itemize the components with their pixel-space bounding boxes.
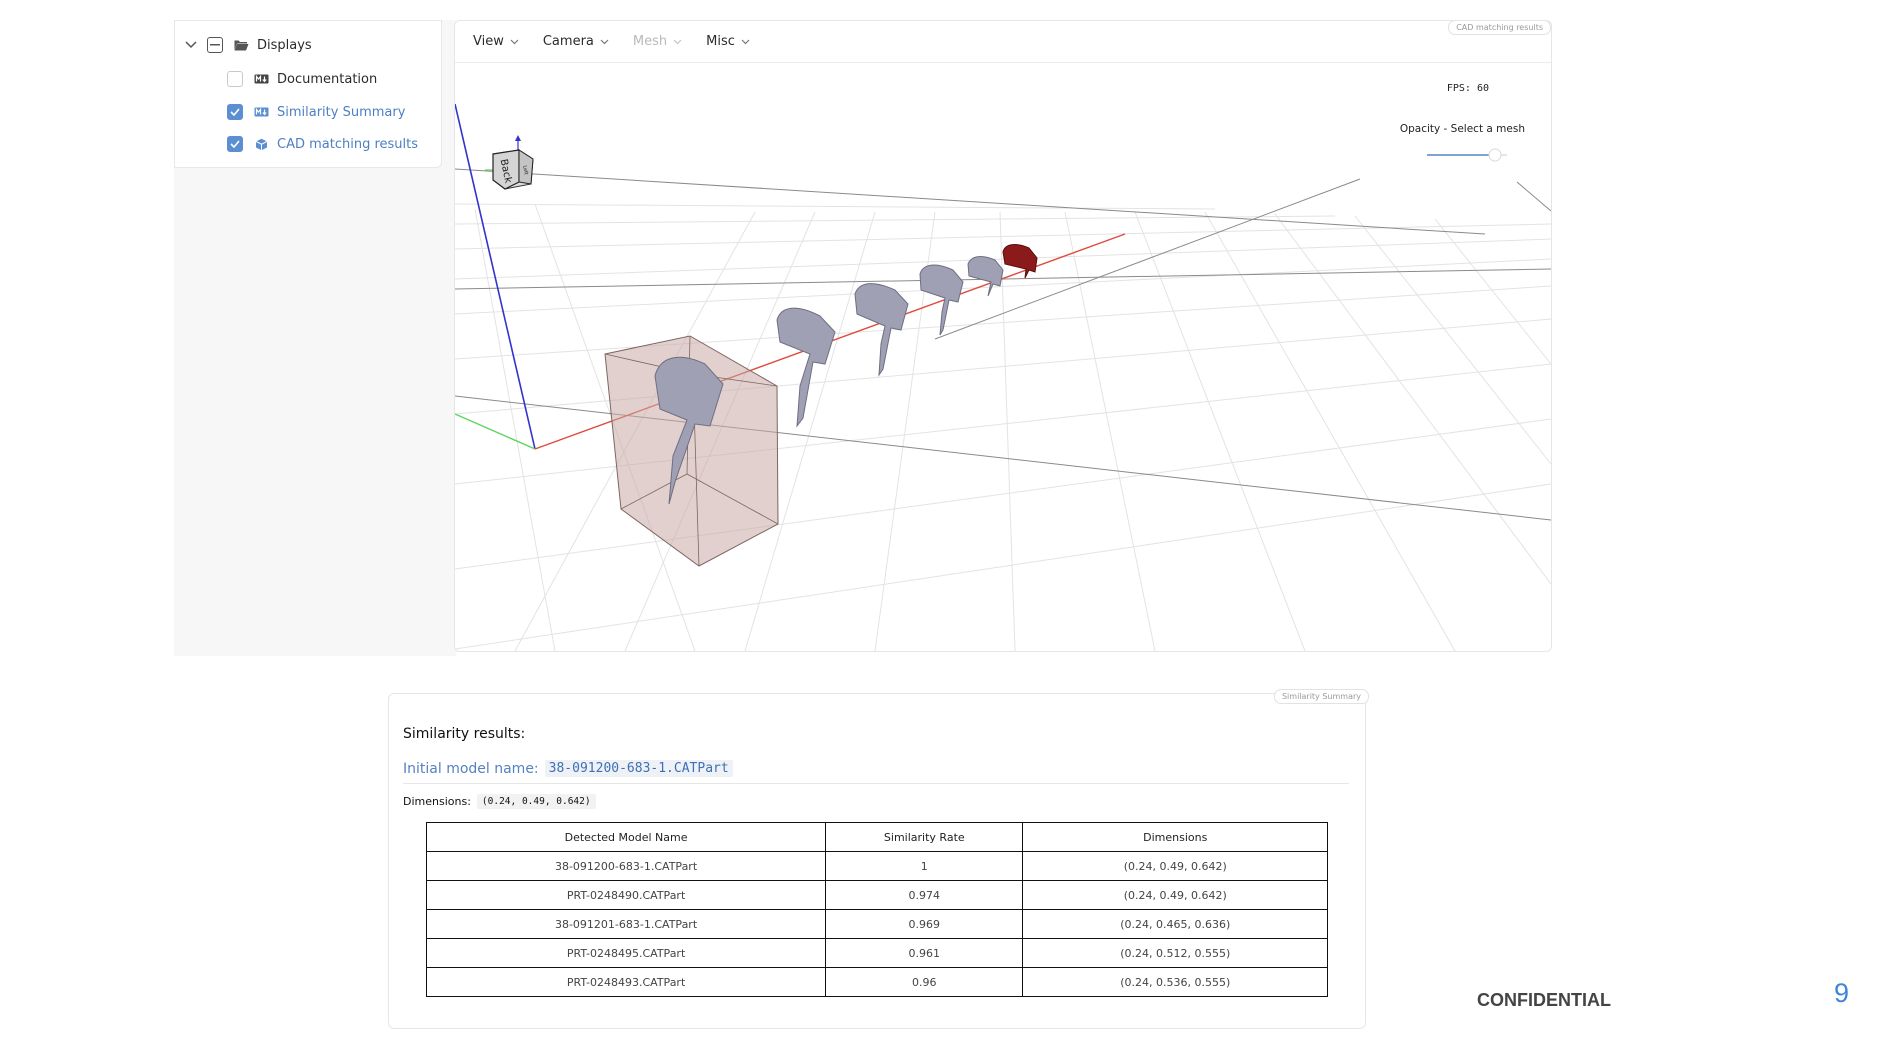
dimensions-cell: (0.24, 0.512, 0.555) [1022,938,1328,968]
header-similarity-rate: Similarity Rate [825,822,1024,852]
misc-menu[interactable]: Misc [706,34,750,49]
chevron-down-icon [673,39,682,44]
similarity-rate-cell: 0.974 [825,880,1024,910]
folder-open-icon [233,38,249,52]
header-detected-model-name: Detected Model Name [425,822,827,852]
dimensions-cell: (0.24, 0.49, 0.642) [1022,851,1328,881]
viewer-toolbar: View Camera Mesh Misc [455,21,1551,63]
panel-tag: CAD matching results [1448,21,1551,35]
chevron-down-icon[interactable] [183,37,199,53]
y-axis-line [455,413,536,450]
table-row: 38-091201-683-1.CATPart 0.969 (0.24, 0.4… [425,909,1328,939]
tree-item-similarity-summary[interactable]: Similarity Summary [227,104,405,120]
tree-root-label: Displays [257,37,312,53]
documentation-checkbox[interactable] [227,71,243,87]
dimensions-label: Dimensions: [403,795,471,808]
opacity-label: Opacity - Select a mesh [1399,123,1525,135]
3d-scene-canvas[interactable]: Back Left [455,64,1551,651]
chevron-down-icon [600,39,609,44]
similarity-rate-cell: 0.969 [825,909,1024,939]
panel-tag: Similarity Summary [1273,689,1369,704]
tree-item-label: Similarity Summary [277,104,406,120]
similarity-summary-card: Similarity Summary Similarity results: I… [388,689,1369,1029]
header-dimensions: Dimensions [1022,822,1328,852]
divider [403,783,1349,784]
fps-counter: FPS: 60 [1446,83,1489,94]
dimensions-cell: (0.24, 0.465, 0.636) [1022,909,1328,939]
initial-model-name: 38-091200-683-1.CATPart [544,760,733,777]
model-name-cell: 38-091201-683-1.CATPart [425,909,827,939]
similarity-title: Similarity results: [403,726,526,742]
mesh-menu[interactable]: Mesh [633,34,682,49]
menu-label: Camera [542,34,594,49]
slider-thumb[interactable] [1488,148,1502,162]
initial-model-line: Initial model name: 38-091200-683-1.CATP… [403,760,733,777]
cad-viewer-panel[interactable]: View Camera Mesh Misc CAD matching resul… [454,20,1552,652]
model-name-cell: PRT-0248495.CATPart [425,938,827,968]
chevron-down-icon [510,39,519,44]
orientation-gizmo[interactable]: Back Left [485,135,534,190]
dimensions-value: (0.24, 0.49, 0.642) [476,794,596,809]
model-name-cell: 38-091200-683-1.CATPart [425,851,827,881]
cad-part-4[interactable] [919,264,964,336]
confidential-label: CONFIDENTIAL [1477,990,1611,1010]
dimensions-cell: (0.24, 0.49, 0.642) [1022,880,1328,910]
dimensions-line: Dimensions: (0.24, 0.49, 0.642) [403,794,596,809]
cad-part-5[interactable] [967,256,1004,297]
initial-model-label: Initial model name: [403,760,539,777]
page-number: 9 [1834,978,1850,1008]
indeterminate-checkbox[interactable] [207,37,223,53]
dimensions-cell: (0.24, 0.536, 0.555) [1022,967,1328,997]
tree-item-label: Documentation [277,71,378,87]
cube-icon [253,137,269,151]
similarity-summary-checkbox[interactable] [227,104,243,120]
model-name-cell: PRT-0248490.CATPart [425,880,827,910]
markdown-icon [253,72,269,86]
displays-tree: Displays Documentation Similarity Summar… [174,20,442,168]
table-row: 38-091200-683-1.CATPart 1 (0.24, 0.49, 0… [425,851,1328,881]
model-name-cell: PRT-0248493.CATPart [425,967,827,997]
chevron-down-icon [741,39,750,44]
table-row: PRT-0248493.CATPart 0.96 (0.24, 0.536, 0… [425,967,1328,997]
menu-label: View [473,34,504,49]
table-header-row: Detected Model Name Similarity Rate Dime… [425,822,1328,852]
tree-item-label: CAD matching results [277,136,419,152]
table-row: PRT-0248490.CATPart 0.974 (0.24, 0.49, 0… [425,880,1328,910]
cad-part-2[interactable] [776,307,836,428]
tree-root-displays[interactable]: Displays [183,37,312,53]
similarity-rate-cell: 0.96 [825,967,1024,997]
cad-matching-results-checkbox[interactable] [227,136,243,152]
menu-label: Mesh [632,34,668,49]
similarity-rate-cell: 1 [825,851,1024,881]
tree-item-documentation[interactable]: Documentation [227,71,377,87]
view-menu[interactable]: View [473,34,519,49]
camera-menu[interactable]: Camera [543,34,609,49]
opacity-slider[interactable] [1425,147,1509,163]
menu-label: Misc [706,34,735,49]
tree-item-cad-matching-results[interactable]: CAD matching results [227,136,418,152]
similarity-results-table: Detected Model Name Similarity Rate Dime… [425,822,1328,997]
similarity-rate-cell: 0.961 [825,938,1024,968]
markdown-icon [253,105,269,119]
table-row: PRT-0248495.CATPart 0.961 (0.24, 0.512, … [425,938,1328,968]
